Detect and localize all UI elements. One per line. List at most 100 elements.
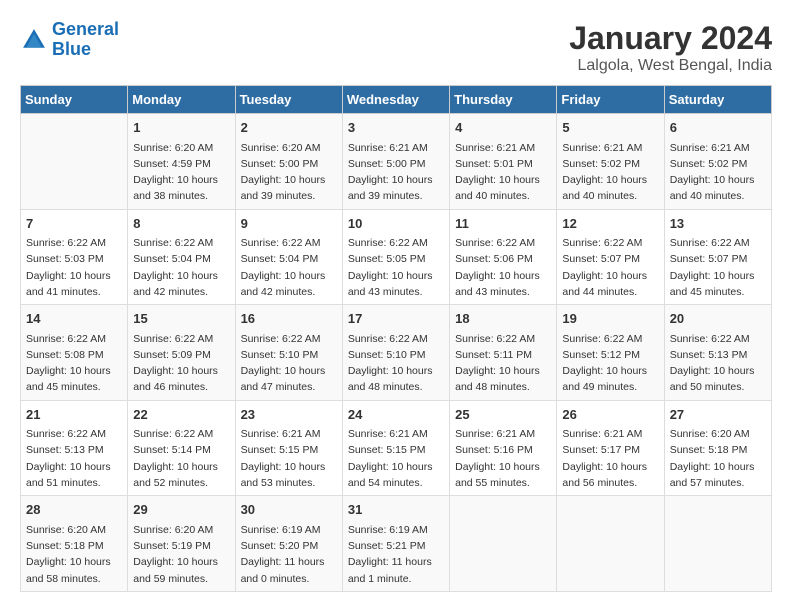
day-number: 29 [133, 500, 229, 520]
day-number: 8 [133, 214, 229, 234]
day-number: 1 [133, 118, 229, 138]
day-number: 24 [348, 405, 444, 425]
header-cell-saturday: Saturday [664, 86, 771, 114]
day-info: Sunrise: 6:22 AM Sunset: 5:13 PM Dayligh… [670, 331, 766, 396]
calendar-subtitle: Lalgola, West Bengal, India [569, 57, 772, 75]
header-cell-sunday: Sunday [21, 86, 128, 114]
logo-icon [20, 26, 48, 54]
day-number: 27 [670, 405, 766, 425]
calendar-cell: 9Sunrise: 6:22 AM Sunset: 5:04 PM Daylig… [235, 209, 342, 305]
logo-text: General Blue [52, 20, 119, 60]
day-number: 21 [26, 405, 122, 425]
logo-general: General [52, 19, 119, 39]
calendar-cell [664, 496, 771, 592]
calendar-cell: 24Sunrise: 6:21 AM Sunset: 5:15 PM Dayli… [342, 400, 449, 496]
calendar-cell: 11Sunrise: 6:22 AM Sunset: 5:06 PM Dayli… [450, 209, 557, 305]
day-number: 22 [133, 405, 229, 425]
logo: General Blue [20, 20, 119, 60]
day-number: 19 [562, 309, 658, 329]
day-info: Sunrise: 6:22 AM Sunset: 5:10 PM Dayligh… [348, 331, 444, 396]
day-info: Sunrise: 6:20 AM Sunset: 5:00 PM Dayligh… [241, 140, 337, 205]
day-info: Sunrise: 6:20 AM Sunset: 5:18 PM Dayligh… [26, 522, 122, 587]
day-number: 26 [562, 405, 658, 425]
day-info: Sunrise: 6:21 AM Sunset: 5:02 PM Dayligh… [670, 140, 766, 205]
day-info: Sunrise: 6:22 AM Sunset: 5:04 PM Dayligh… [133, 235, 229, 300]
calendar-cell: 19Sunrise: 6:22 AM Sunset: 5:12 PM Dayli… [557, 305, 664, 401]
day-number: 20 [670, 309, 766, 329]
day-info: Sunrise: 6:22 AM Sunset: 5:05 PM Dayligh… [348, 235, 444, 300]
day-info: Sunrise: 6:22 AM Sunset: 5:07 PM Dayligh… [670, 235, 766, 300]
day-number: 15 [133, 309, 229, 329]
calendar-cell: 6Sunrise: 6:21 AM Sunset: 5:02 PM Daylig… [664, 114, 771, 210]
calendar-cell: 23Sunrise: 6:21 AM Sunset: 5:15 PM Dayli… [235, 400, 342, 496]
calendar-body: 1Sunrise: 6:20 AM Sunset: 4:59 PM Daylig… [21, 114, 772, 592]
calendar-cell: 13Sunrise: 6:22 AM Sunset: 5:07 PM Dayli… [664, 209, 771, 305]
calendar-cell [557, 496, 664, 592]
logo-blue: Blue [52, 40, 119, 60]
calendar-week-3: 14Sunrise: 6:22 AM Sunset: 5:08 PM Dayli… [21, 305, 772, 401]
calendar-cell: 28Sunrise: 6:20 AM Sunset: 5:18 PM Dayli… [21, 496, 128, 592]
calendar-cell: 14Sunrise: 6:22 AM Sunset: 5:08 PM Dayli… [21, 305, 128, 401]
header-cell-friday: Friday [557, 86, 664, 114]
day-number: 11 [455, 214, 551, 234]
day-info: Sunrise: 6:22 AM Sunset: 5:14 PM Dayligh… [133, 426, 229, 491]
day-info: Sunrise: 6:20 AM Sunset: 5:19 PM Dayligh… [133, 522, 229, 587]
header-cell-tuesday: Tuesday [235, 86, 342, 114]
day-number: 16 [241, 309, 337, 329]
calendar-cell: 18Sunrise: 6:22 AM Sunset: 5:11 PM Dayli… [450, 305, 557, 401]
day-info: Sunrise: 6:22 AM Sunset: 5:06 PM Dayligh… [455, 235, 551, 300]
day-info: Sunrise: 6:19 AM Sunset: 5:20 PM Dayligh… [241, 522, 337, 587]
calendar-cell: 25Sunrise: 6:21 AM Sunset: 5:16 PM Dayli… [450, 400, 557, 496]
calendar-cell: 27Sunrise: 6:20 AM Sunset: 5:18 PM Dayli… [664, 400, 771, 496]
calendar-cell: 26Sunrise: 6:21 AM Sunset: 5:17 PM Dayli… [557, 400, 664, 496]
calendar-week-4: 21Sunrise: 6:22 AM Sunset: 5:13 PM Dayli… [21, 400, 772, 496]
day-number: 28 [26, 500, 122, 520]
day-number: 6 [670, 118, 766, 138]
header-cell-monday: Monday [128, 86, 235, 114]
day-info: Sunrise: 6:22 AM Sunset: 5:09 PM Dayligh… [133, 331, 229, 396]
day-number: 18 [455, 309, 551, 329]
day-number: 10 [348, 214, 444, 234]
calendar-cell: 17Sunrise: 6:22 AM Sunset: 5:10 PM Dayli… [342, 305, 449, 401]
day-info: Sunrise: 6:21 AM Sunset: 5:17 PM Dayligh… [562, 426, 658, 491]
calendar-header: SundayMondayTuesdayWednesdayThursdayFrid… [21, 86, 772, 114]
day-number: 5 [562, 118, 658, 138]
calendar-cell: 4Sunrise: 6:21 AM Sunset: 5:01 PM Daylig… [450, 114, 557, 210]
day-info: Sunrise: 6:21 AM Sunset: 5:02 PM Dayligh… [562, 140, 658, 205]
calendar-cell: 16Sunrise: 6:22 AM Sunset: 5:10 PM Dayli… [235, 305, 342, 401]
day-info: Sunrise: 6:22 AM Sunset: 5:03 PM Dayligh… [26, 235, 122, 300]
calendar-cell: 31Sunrise: 6:19 AM Sunset: 5:21 PM Dayli… [342, 496, 449, 592]
day-number: 2 [241, 118, 337, 138]
header-row: SundayMondayTuesdayWednesdayThursdayFrid… [21, 86, 772, 114]
day-info: Sunrise: 6:22 AM Sunset: 5:12 PM Dayligh… [562, 331, 658, 396]
day-info: Sunrise: 6:22 AM Sunset: 5:04 PM Dayligh… [241, 235, 337, 300]
day-info: Sunrise: 6:21 AM Sunset: 5:00 PM Dayligh… [348, 140, 444, 205]
calendar-cell: 5Sunrise: 6:21 AM Sunset: 5:02 PM Daylig… [557, 114, 664, 210]
calendar-cell: 29Sunrise: 6:20 AM Sunset: 5:19 PM Dayli… [128, 496, 235, 592]
day-number: 17 [348, 309, 444, 329]
calendar-cell [21, 114, 128, 210]
calendar-cell: 8Sunrise: 6:22 AM Sunset: 5:04 PM Daylig… [128, 209, 235, 305]
calendar-cell: 15Sunrise: 6:22 AM Sunset: 5:09 PM Dayli… [128, 305, 235, 401]
calendar-cell: 3Sunrise: 6:21 AM Sunset: 5:00 PM Daylig… [342, 114, 449, 210]
calendar-cell: 10Sunrise: 6:22 AM Sunset: 5:05 PM Dayli… [342, 209, 449, 305]
day-number: 30 [241, 500, 337, 520]
day-number: 23 [241, 405, 337, 425]
day-info: Sunrise: 6:22 AM Sunset: 5:10 PM Dayligh… [241, 331, 337, 396]
day-info: Sunrise: 6:20 AM Sunset: 4:59 PM Dayligh… [133, 140, 229, 205]
day-info: Sunrise: 6:22 AM Sunset: 5:08 PM Dayligh… [26, 331, 122, 396]
calendar-week-2: 7Sunrise: 6:22 AM Sunset: 5:03 PM Daylig… [21, 209, 772, 305]
calendar-cell: 1Sunrise: 6:20 AM Sunset: 4:59 PM Daylig… [128, 114, 235, 210]
calendar-cell: 12Sunrise: 6:22 AM Sunset: 5:07 PM Dayli… [557, 209, 664, 305]
day-number: 4 [455, 118, 551, 138]
calendar-cell: 30Sunrise: 6:19 AM Sunset: 5:20 PM Dayli… [235, 496, 342, 592]
calendar-cell: 20Sunrise: 6:22 AM Sunset: 5:13 PM Dayli… [664, 305, 771, 401]
calendar-title: January 2024 [569, 20, 772, 57]
calendar-week-5: 28Sunrise: 6:20 AM Sunset: 5:18 PM Dayli… [21, 496, 772, 592]
day-info: Sunrise: 6:22 AM Sunset: 5:13 PM Dayligh… [26, 426, 122, 491]
day-number: 31 [348, 500, 444, 520]
day-info: Sunrise: 6:20 AM Sunset: 5:18 PM Dayligh… [670, 426, 766, 491]
day-number: 3 [348, 118, 444, 138]
day-info: Sunrise: 6:22 AM Sunset: 5:07 PM Dayligh… [562, 235, 658, 300]
calendar-cell [450, 496, 557, 592]
